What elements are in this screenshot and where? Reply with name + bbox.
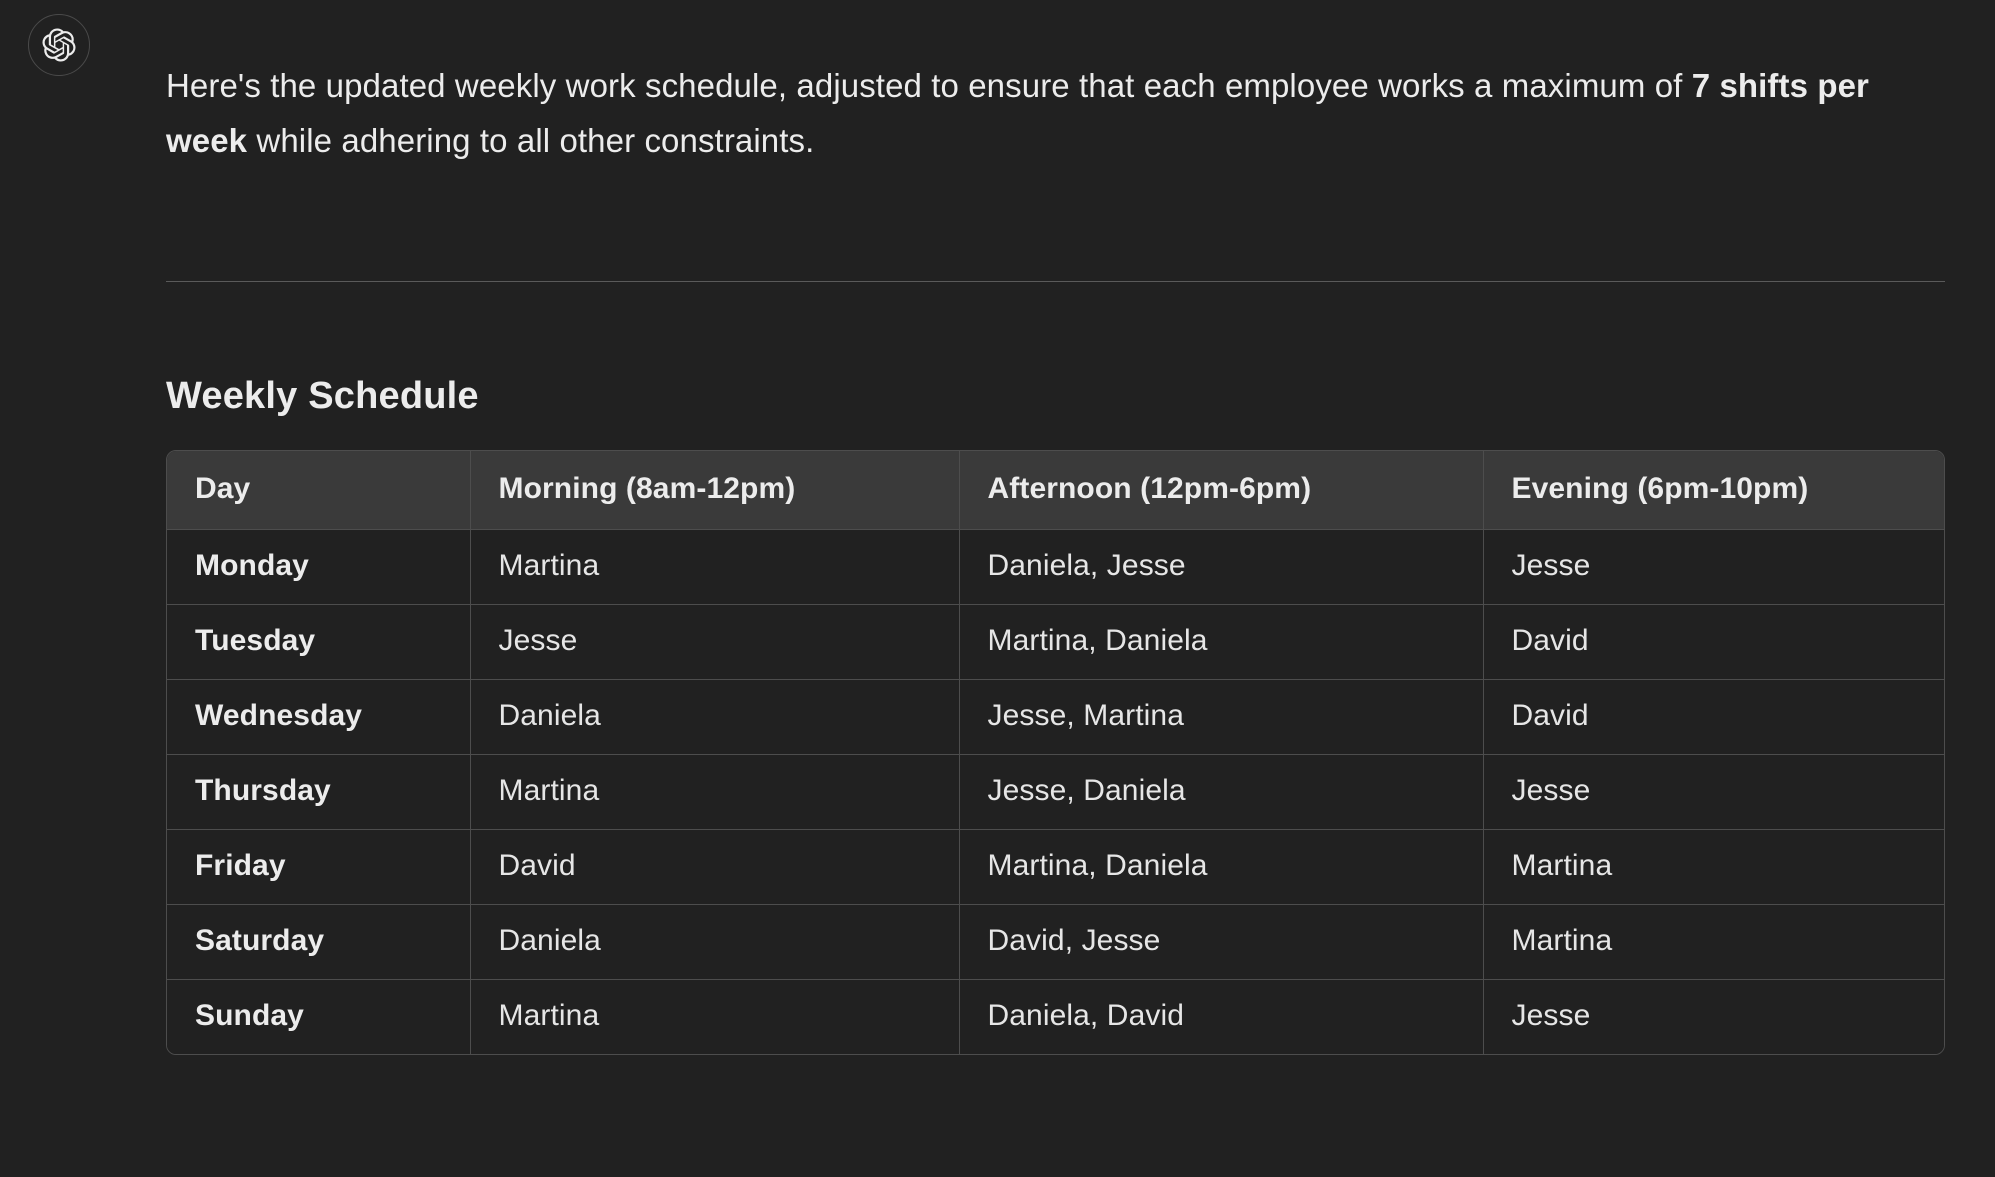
cell-evening: Martina <box>1483 828 1944 905</box>
table-row: Saturday Daniela David, Jesse Martina <box>167 903 1944 980</box>
table-header-row: Day Morning (8am-12pm) Afternoon (12pm-6… <box>167 450 1944 530</box>
cell-evening: David <box>1483 678 1944 755</box>
table-row: Wednesday Daniela Jesse, Martina David <box>167 678 1944 755</box>
cell-morning: Jesse <box>470 603 960 680</box>
cell-evening: Jesse <box>1483 528 1944 605</box>
cell-day: Tuesday <box>167 603 471 680</box>
cell-afternoon: Daniela, Jesse <box>959 528 1484 605</box>
table-row: Tuesday Jesse Martina, Daniela David <box>167 603 1944 680</box>
cell-evening: Jesse <box>1483 978 1944 1054</box>
table-row: Sunday Martina Daniela, David Jesse <box>167 978 1944 1054</box>
cell-evening: Jesse <box>1483 753 1944 830</box>
cell-morning: Daniela <box>470 903 960 980</box>
cell-evening: David <box>1483 603 1944 680</box>
table-body: Monday Martina Daniela, Jesse Jesse Tues… <box>167 528 1944 1054</box>
cell-day: Monday <box>167 528 471 605</box>
horizontal-divider <box>166 280 1945 282</box>
column-header-evening: Evening (6pm-10pm) <box>1483 450 1944 530</box>
cell-morning: Martina <box>470 978 960 1054</box>
openai-logo-icon <box>41 27 77 63</box>
weekly-schedule-table: Day Morning (8am-12pm) Afternoon (12pm-6… <box>167 450 1944 1054</box>
assistant-message: Here's the updated weekly work schedule,… <box>166 0 1945 1055</box>
cell-afternoon: David, Jesse <box>959 903 1484 980</box>
cell-day: Wednesday <box>167 678 471 755</box>
cell-day: Friday <box>167 828 471 905</box>
intro-text-part1: Here's the updated weekly work schedule,… <box>166 67 1692 104</box>
cell-evening: Martina <box>1483 903 1944 980</box>
intro-text-part2: while adhering to all other constraints. <box>247 121 815 159</box>
cell-afternoon: Daniela, David <box>959 978 1484 1054</box>
table-row: Thursday Martina Jesse, Daniela Jesse <box>167 753 1944 830</box>
cell-morning: Daniela <box>470 678 960 755</box>
cell-afternoon: Jesse, Daniela <box>959 753 1484 830</box>
assistant-avatar <box>28 14 90 76</box>
table-row: Monday Martina Daniela, Jesse Jesse <box>167 528 1944 605</box>
cell-day: Saturday <box>167 903 471 980</box>
page-title: Weekly Schedule <box>166 374 479 417</box>
table-header: Day Morning (8am-12pm) Afternoon (12pm-6… <box>167 450 1944 530</box>
cell-afternoon: Jesse, Martina <box>959 678 1484 755</box>
cell-afternoon: Martina, Daniela <box>959 603 1484 680</box>
schedule-table-container: Day Morning (8am-12pm) Afternoon (12pm-6… <box>166 449 1945 1055</box>
column-header-afternoon: Afternoon (12pm-6pm) <box>959 450 1484 530</box>
intro-paragraph: Here's the updated weekly work schedule,… <box>166 33 1932 169</box>
cell-day: Thursday <box>167 753 471 830</box>
cell-morning: Martina <box>470 528 960 605</box>
table-row: Friday David Martina, Daniela Martina <box>167 828 1944 905</box>
column-header-day: Day <box>167 450 471 530</box>
column-header-morning: Morning (8am-12pm) <box>470 450 960 530</box>
chat-conversation: Here's the updated weekly work schedule,… <box>0 0 1995 1177</box>
cell-day: Sunday <box>167 978 471 1054</box>
cell-morning: Martina <box>470 753 960 830</box>
cell-afternoon: Martina, Daniela <box>959 828 1484 905</box>
cell-morning: David <box>470 828 960 905</box>
